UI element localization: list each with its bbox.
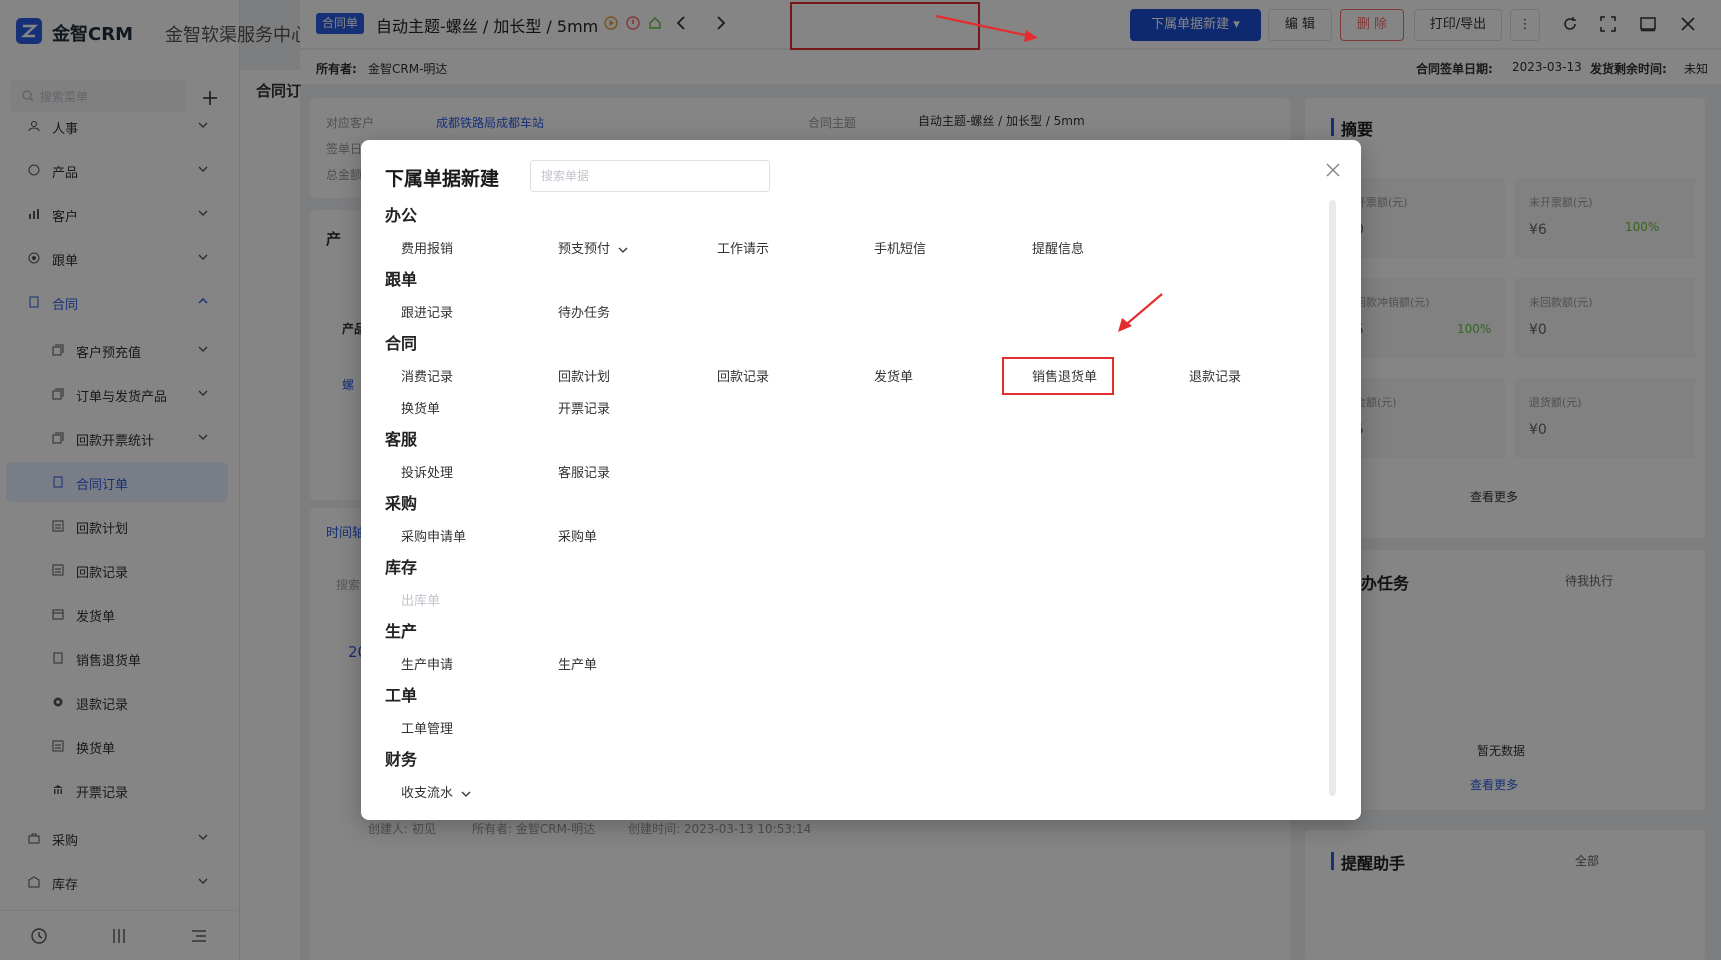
option-production-request[interactable]: 生产申请: [401, 654, 453, 673]
annotation-arrow-icon: [935, 14, 1038, 42]
option-delivery-note[interactable]: 发货单: [874, 366, 913, 385]
chevron-down-icon: [461, 791, 471, 797]
annotation-highlight-box: [1002, 357, 1114, 395]
option-sms[interactable]: 手机短信: [874, 238, 926, 257]
dialog-search-input[interactable]: 搜索单据: [530, 160, 770, 192]
option-purchase-order[interactable]: 采购单: [558, 526, 597, 545]
dialog-scrollbar[interactable]: [1329, 200, 1336, 796]
new-sub-record-dialog: 下属单据新建 搜索单据 办公 费用报销 预支预付 工作请示 手机短信 提醒信息 …: [361, 140, 1361, 820]
option-payment-record[interactable]: 回款记录: [717, 366, 769, 385]
group-production-title: 生产: [385, 622, 418, 641]
dialog-title: 下属单据新建: [385, 168, 500, 190]
option-complaint[interactable]: 投诉处理: [401, 462, 453, 481]
option-workorder-manage[interactable]: 工单管理: [401, 718, 453, 737]
option-cashflow[interactable]: 收支流水: [401, 782, 471, 801]
option-label: 预支预付: [558, 242, 611, 257]
option-invoice-record[interactable]: 开票记录: [558, 398, 610, 417]
option-production-order[interactable]: 生产单: [558, 654, 597, 673]
option-work-request[interactable]: 工作请示: [717, 238, 769, 257]
chevron-down-icon: [618, 247, 628, 253]
close-icon[interactable]: [1323, 160, 1343, 180]
option-todo-task[interactable]: 待办任务: [558, 302, 610, 321]
option-label: 收支流水: [401, 786, 454, 801]
option-expense[interactable]: 费用报销: [401, 238, 453, 257]
option-refund-record[interactable]: 退款记录: [1189, 366, 1241, 385]
group-follow-title: 跟单: [385, 270, 418, 289]
annotation-arrow-icon: [1118, 293, 1163, 332]
option-follow-record[interactable]: 跟进记录: [401, 302, 453, 321]
group-purchase-title: 采购: [385, 494, 418, 513]
option-advance-payment[interactable]: 预支预付: [558, 238, 628, 257]
group-inventory-title: 库存: [385, 558, 418, 577]
option-exchange[interactable]: 换货单: [401, 398, 440, 417]
option-reminder[interactable]: 提醒信息: [1032, 238, 1084, 257]
group-office-title: 办公: [385, 206, 418, 225]
option-outbound: 出库单: [401, 594, 441, 609]
group-contract-title: 合同: [385, 334, 418, 353]
option-service-record[interactable]: 客服记录: [558, 462, 610, 481]
option-consumption-record[interactable]: 消费记录: [401, 366, 453, 385]
group-workorder-title: 工单: [385, 686, 418, 705]
option-purchase-request[interactable]: 采购申请单: [401, 526, 466, 545]
group-service-title: 客服: [385, 430, 418, 449]
group-finance-title: 财务: [385, 750, 418, 769]
option-payment-plan[interactable]: 回款计划: [558, 366, 610, 385]
